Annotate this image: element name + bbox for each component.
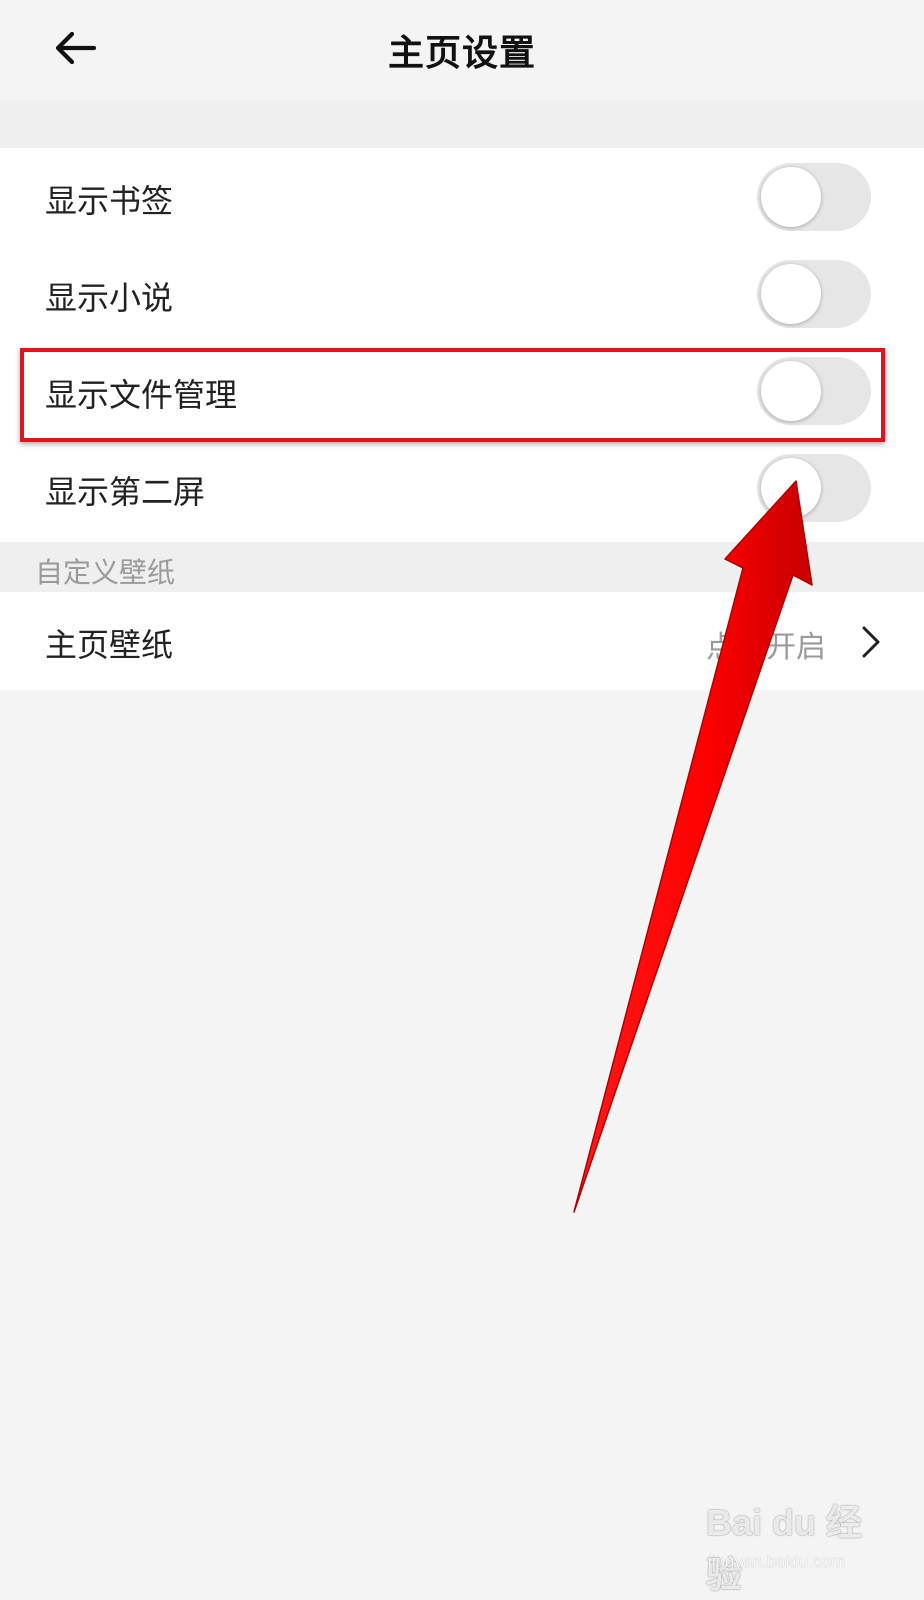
- section-label: 自定义壁纸: [35, 556, 176, 589]
- toggle-knob: [761, 458, 821, 518]
- watermark: Bai du 经验 jingyan.baidu.com: [706, 1494, 896, 1595]
- header-bar: 主页设置: [0, 0, 924, 100]
- chevron-right-icon: [856, 622, 886, 662]
- toggle-knob: [761, 167, 821, 227]
- show-bookmarks-toggle[interactable]: [757, 163, 871, 231]
- page-title: 主页设置: [387, 33, 536, 74]
- show-file-manager-toggle[interactable]: [757, 357, 871, 425]
- setting-row-show-file-manager: 显示文件管理: [0, 342, 924, 440]
- settings-page: 主页设置 显示书签 显示小说 显示文件管理 显示第二屏 自定义壁纸 主页壁纸 点…: [0, 0, 924, 1600]
- watermark-logo: Bai du 经验: [706, 1502, 863, 1595]
- section-header-wallpaper: 自定义壁纸: [0, 542, 924, 592]
- show-second-screen-toggle[interactable]: [757, 454, 871, 522]
- toggle-knob: [761, 361, 821, 421]
- setting-value: 点击开启: [706, 630, 826, 665]
- watermark-url: jingyan.baidu.com: [708, 1552, 846, 1571]
- wallpaper-setting-row[interactable]: 主页壁纸 点击开启: [0, 592, 924, 690]
- spacer: [0, 100, 924, 148]
- setting-row-show-second-screen: 显示第二屏: [0, 439, 924, 537]
- setting-label: 显示文件管理: [45, 376, 238, 414]
- setting-label: 显示书签: [45, 182, 174, 220]
- toggle-knob: [761, 264, 821, 324]
- setting-row-show-novels: 显示小说: [0, 245, 924, 343]
- toggle-settings-group: 显示书签 显示小说 显示文件管理 显示第二屏: [0, 148, 924, 542]
- setting-label: 显示第二屏: [45, 473, 206, 511]
- setting-label: 显示小说: [45, 279, 174, 317]
- setting-row-show-bookmarks: 显示书签: [0, 148, 924, 246]
- setting-label: 主页壁纸: [45, 626, 174, 664]
- show-novels-toggle[interactable]: [757, 260, 871, 328]
